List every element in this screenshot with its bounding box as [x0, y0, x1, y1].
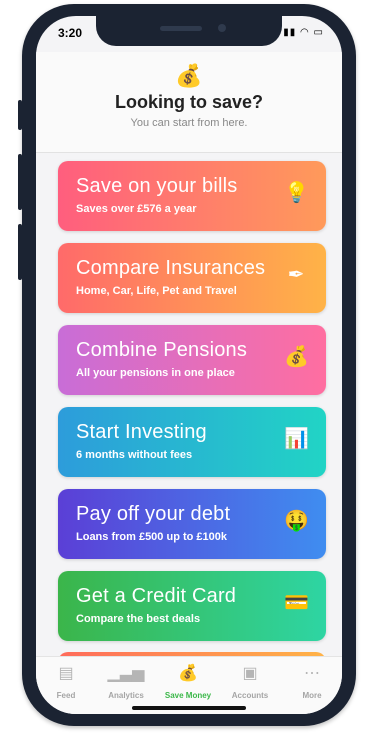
card-combine-pensions[interactable]: Combine Pensions All your pensions in on…	[58, 325, 326, 395]
money-bag-icon: 💰	[284, 346, 309, 368]
camera	[218, 24, 226, 32]
tab-feed[interactable]: ▤ Feed	[38, 663, 94, 703]
tab-label: Accounts	[231, 691, 269, 700]
money-bag-icon: 💰	[175, 63, 203, 88]
tab-analytics[interactable]: ▁▃▅ Analytics	[98, 663, 154, 703]
phone-frame: 3:20 ▮▮ ◠ ▭ 💰 Looking to save? You can s…	[18, 4, 356, 726]
status-icons: ▮▮ ◠ ▭	[283, 27, 324, 38]
card-compare-insurances[interactable]: Compare Insurances Home, Car, Life, Pet …	[58, 243, 326, 313]
volume-up-button	[18, 154, 22, 210]
page-header: 💰 Looking to save? You can start from he…	[36, 52, 342, 153]
card-title: Pay off your debt	[76, 503, 231, 525]
lightbulb-icon: 💡	[284, 182, 309, 204]
tab-label: Analytics	[108, 691, 144, 700]
analytics-icon: ▁▃▅	[107, 665, 145, 682]
money-bag-icon: 💰	[178, 665, 198, 682]
card-title: Get a Credit Card	[76, 585, 237, 607]
mute-switch	[18, 100, 22, 130]
tab-accounts[interactable]: ▣ Accounts	[222, 663, 278, 703]
card-subtitle: Loans from £500 up to £100k	[76, 531, 227, 543]
card-title: Compare Insurances	[76, 257, 266, 279]
card-pay-off-debt[interactable]: Pay off your debt Loans from £500 up to …	[58, 489, 326, 559]
money-face-icon: 🤑	[284, 510, 309, 532]
accounts-icon: ▣	[242, 665, 258, 682]
card-title: Combine Pensions	[76, 339, 248, 361]
pen-icon: ✒	[287, 264, 305, 286]
card-subtitle: All your pensions in one place	[76, 367, 235, 379]
bar-chart-icon: 📊	[284, 428, 309, 450]
card-subtitle: Saves over £576 a year	[76, 203, 197, 215]
home-indicator[interactable]	[132, 706, 246, 710]
status-time: 3:20	[58, 26, 83, 40]
page-title: Looking to save?	[114, 92, 264, 112]
card-start-investing[interactable]: Start Investing 6 months without fees 📊	[58, 407, 326, 477]
card-subtitle: 6 months without fees	[76, 449, 193, 461]
tab-label: Save Money	[164, 691, 212, 700]
card-title: Start Investing	[76, 421, 207, 443]
tab-more[interactable]: ⋯ More	[284, 663, 340, 703]
tab-label: More	[302, 691, 322, 700]
tab-save-money[interactable]: 💰 Save Money	[160, 663, 216, 703]
notch	[96, 16, 282, 46]
card-title: Save on your bills	[76, 175, 238, 197]
card-save-on-bills[interactable]: Save on your bills Saves over £576 a yea…	[58, 161, 326, 231]
credit-card-icon: 💳	[284, 592, 309, 614]
volume-down-button	[18, 224, 22, 280]
more-icon: ⋯	[304, 665, 320, 682]
feed-icon: ▤	[58, 665, 74, 682]
page-subtitle: You can start from here.	[130, 117, 248, 129]
tab-label: Feed	[56, 691, 76, 700]
screen: 3:20 ▮▮ ◠ ▭ 💰 Looking to save? You can s…	[36, 16, 342, 714]
card-get-credit-card[interactable]: Get a Credit Card Compare the best deals…	[58, 571, 326, 641]
card-subtitle: Home, Car, Life, Pet and Travel	[76, 285, 237, 297]
speaker	[160, 26, 202, 31]
card-subtitle: Compare the best deals	[76, 613, 201, 625]
